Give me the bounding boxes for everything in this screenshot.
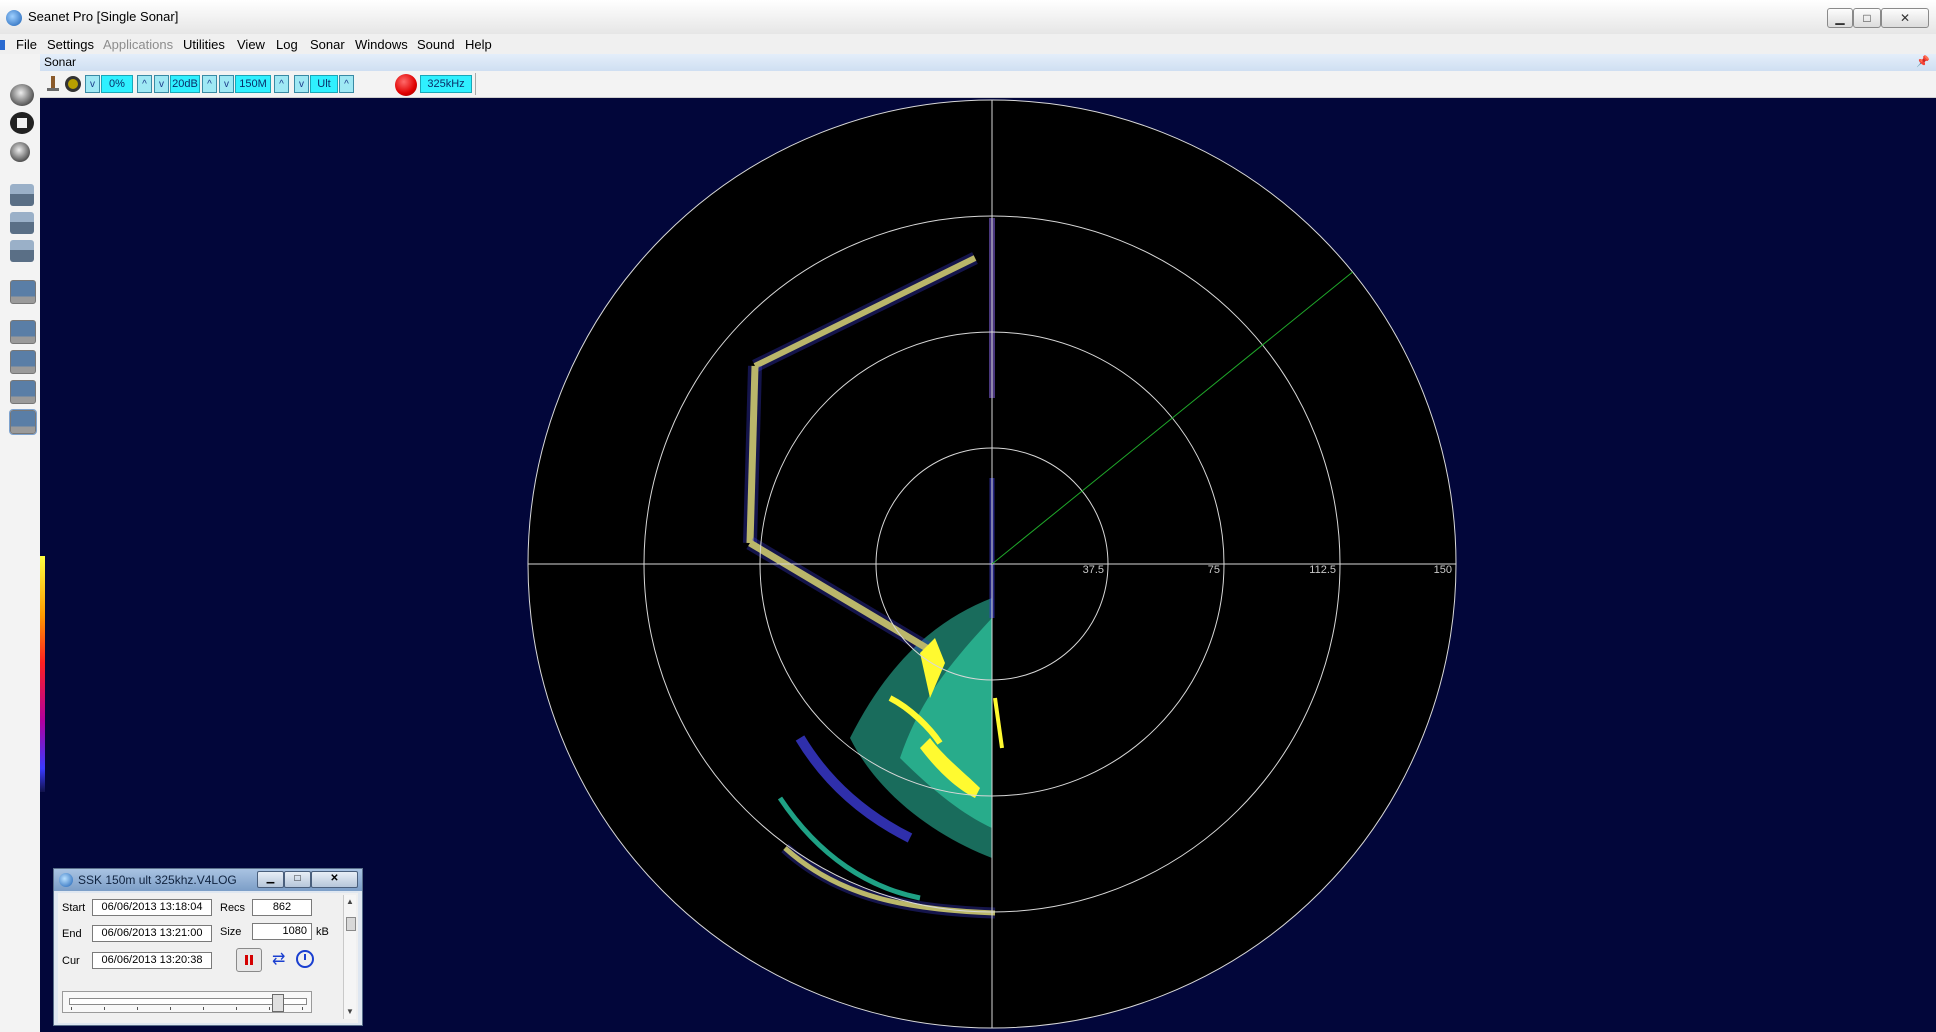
replay-maximize-button[interactable]: □ (284, 871, 311, 888)
menu-bar: File Settings Applications Utilities Vie… (0, 34, 1936, 55)
clock-icon[interactable] (296, 950, 314, 968)
scroll-down-arrow[interactable]: ▼ (345, 1007, 355, 1017)
replay-scrollbar[interactable]: ▲ ▼ (343, 895, 356, 1019)
left-toolstrip (0, 54, 41, 1032)
close-button[interactable]: ✕ (1881, 8, 1929, 28)
menu-file[interactable]: File (16, 37, 37, 52)
menu-sound[interactable]: Sound (417, 37, 455, 52)
printer-icon[interactable] (10, 212, 34, 234)
monitor-icon[interactable] (10, 350, 36, 374)
replay-minimize-button[interactable]: ▁ (257, 871, 284, 888)
start-label: Start (62, 902, 86, 914)
start-field[interactable]: 06/06/2013 13:18:04 (92, 899, 212, 916)
menu-sonar[interactable]: Sonar (310, 37, 345, 52)
db-up-button[interactable]: ^ (202, 75, 217, 93)
range-value[interactable]: 150M (235, 75, 271, 93)
size-unit: kB (316, 926, 329, 938)
db-value[interactable]: 20dB (170, 75, 200, 93)
scroll-up-arrow[interactable]: ▲ (345, 897, 355, 907)
sonar-pane-header: Sonar 📌 (40, 54, 1936, 72)
resolution-up-button[interactable]: ^ (339, 75, 354, 93)
replay-window[interactable]: SSK 150m ult 325khz.V4LOG ▁ □ ✕ Start 06… (53, 868, 363, 1026)
gain-down-button[interactable]: v (85, 75, 100, 93)
maximize-button[interactable]: □ (1853, 8, 1881, 28)
color-scale-bar (40, 556, 45, 792)
replay-app-icon (59, 873, 73, 887)
scroll-thumb[interactable] (346, 917, 356, 931)
pin-icon[interactable]: 📌 (1916, 55, 1930, 68)
resolution-value[interactable]: Ult (310, 75, 338, 93)
cur-label: Cur (62, 955, 80, 967)
printer-icon[interactable] (10, 240, 34, 262)
menu-settings[interactable]: Settings (47, 37, 94, 52)
transducer-icon[interactable] (44, 74, 62, 94)
seek-slider[interactable] (62, 991, 312, 1013)
cur-field[interactable]: 06/06/2013 13:20:38 (92, 952, 212, 969)
range-label: 112.5 (1309, 564, 1336, 576)
size-field[interactable]: 1080 (252, 923, 312, 940)
monitor-icon[interactable] (10, 320, 36, 344)
replay-close-button[interactable]: ✕ (311, 871, 358, 888)
sonar-head-icon[interactable] (64, 74, 82, 94)
sonar-toolbar: v 0% ^ v 20dB ^ v 150M ^ v Ult ^ 325kHz (40, 71, 1936, 98)
window-titlebar[interactable]: Seanet Pro [Single Sonar] ▁ □ ✕ (0, 0, 1936, 35)
monitor-icon[interactable] (9, 409, 37, 435)
panel-indicator (0, 40, 5, 50)
recs-field[interactable]: 862 (252, 899, 312, 916)
stop-icon[interactable] (10, 112, 34, 134)
menu-view[interactable]: View (237, 37, 265, 52)
minimize-button[interactable]: ▁ (1827, 8, 1853, 28)
window-title: Seanet Pro [Single Sonar] (28, 9, 179, 24)
menu-utilities[interactable]: Utilities (183, 37, 225, 52)
seek-ticks (71, 1007, 303, 1010)
range-label: 75 (1208, 564, 1220, 576)
gear-icon[interactable] (10, 84, 34, 106)
db-down-button[interactable]: v (154, 75, 169, 93)
resolution-down-button[interactable]: v (294, 75, 309, 93)
range-label: 150 (1434, 564, 1452, 576)
menu-help[interactable]: Help (465, 37, 492, 52)
end-label: End (62, 928, 82, 940)
sonar-pane-title: Sonar (44, 55, 77, 69)
settings-icon[interactable] (10, 142, 30, 162)
menu-log[interactable]: Log (276, 37, 298, 52)
gain-up-button[interactable]: ^ (137, 75, 152, 93)
toolbar-separator (475, 73, 476, 95)
monitor-icon[interactable] (10, 380, 36, 404)
recs-label: Recs (220, 902, 246, 914)
app-icon (6, 10, 22, 26)
menu-applications[interactable]: Applications (103, 37, 173, 52)
range-up-button[interactable]: ^ (274, 75, 289, 93)
range-label: 37.5 (1083, 564, 1104, 576)
display-icon[interactable] (10, 280, 36, 304)
loop-icon[interactable]: ⇄ (272, 951, 290, 969)
printer-icon[interactable] (10, 184, 34, 206)
size-label: Size (220, 926, 242, 938)
record-button[interactable] (395, 74, 417, 96)
menu-windows[interactable]: Windows (355, 37, 408, 52)
range-down-button[interactable]: v (219, 75, 234, 93)
end-field[interactable]: 06/06/2013 13:21:00 (92, 925, 212, 942)
frequency-value[interactable]: 325kHz (420, 75, 472, 93)
replay-title: SSK 150m ult 325khz.V4LOG (78, 873, 237, 887)
pause-button[interactable] (236, 948, 262, 972)
gain-value[interactable]: 0% (101, 75, 133, 93)
replay-titlebar[interactable]: SSK 150m ult 325khz.V4LOG ▁ □ ✕ (54, 869, 362, 891)
replay-body: Start 06/06/2013 13:18:04 Recs 862 End 0… (58, 893, 358, 1023)
